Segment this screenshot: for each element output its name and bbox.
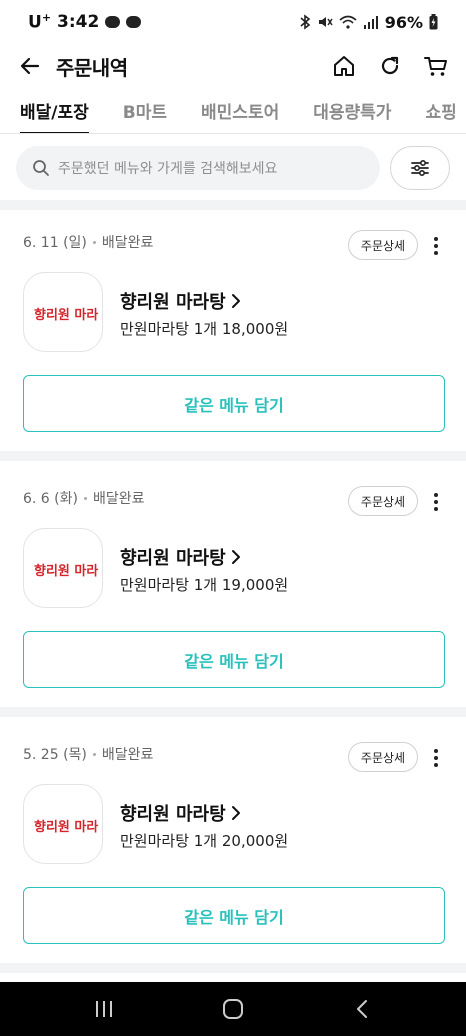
bluetooth-icon [300,14,310,30]
status-right: 96% [299,13,438,32]
store-logo[interactable]: 향리원 마라탕 [23,784,103,864]
store-name-link[interactable]: 향리원 마라탕 [120,288,242,314]
page-title: 주문내역 [56,55,128,80]
order-detail-button[interactable]: 주문상세 [348,230,418,260]
store-logo[interactable]: 향리원 마라탕 [23,272,103,352]
more-vertical-icon[interactable] [424,744,448,772]
search-input[interactable]: 주문했던 메뉴와 가게를 검색해보세요 [16,146,380,190]
arrow-left-icon[interactable] [16,52,44,80]
chevron-right-icon [231,806,240,820]
order-status: 배달완료 [92,491,145,507]
order-card: 6. 11 (일) 배달완료 주문상세 향리원 마라탕 향리원 마라탕 만원마라… [0,210,466,456]
dot-separator [92,752,96,756]
section-divider [0,451,466,461]
store-logo-mark: 향리원 마라탕 [34,819,98,835]
reorder-button[interactable]: 같은 메뉴 담기 [23,375,445,432]
order-detail-button[interactable]: 주문상세 [348,486,418,516]
reorder-button[interactable]: 같은 메뉴 담기 [23,631,445,688]
reorder-button[interactable]: 같은 메뉴 담기 [23,887,445,944]
section-divider [0,200,466,210]
section-divider [0,707,466,717]
home-nav-icon[interactable] [213,989,253,1029]
store-name: 향리원 마라탕 [120,548,226,569]
store-name: 향리원 마라탕 [120,804,226,825]
carrier-label: U+ [28,11,51,33]
section-divider [0,963,466,973]
chevron-right-icon [231,550,240,564]
search-icon [33,160,49,176]
order-date: 6. 6 (화) [23,491,78,507]
chat-notification-icon [126,16,142,28]
store-logo-text: 향리원 마라탕 [34,563,98,579]
order-status: 배달완료 [101,747,154,763]
home-icon[interactable] [330,52,358,80]
order-summary: 만원마라탕 1개 19,000원 [120,576,289,594]
tab-delivery[interactable]: 배달/포장 [20,88,89,133]
recent-apps-icon[interactable] [84,989,124,1029]
carrier-text: U [28,12,42,33]
store-name: 향리원 마라탕 [120,292,226,313]
order-date: 6. 11 (일) [23,235,87,251]
tab-baemin-store[interactable]: 배민스토어 [201,88,279,133]
store-logo[interactable]: 향리원 마라탕 [23,528,103,608]
status-time: 3:42 [57,12,100,32]
order-meta: 6. 6 (화) 배달완료 [23,488,145,508]
chevron-right-icon [231,294,240,308]
order-summary: 만원마라탕 1개 20,000원 [120,832,289,850]
dot-separator [92,240,96,244]
store-name-link[interactable]: 향리원 마라탕 [120,800,242,826]
battery-icon [429,14,438,30]
order-card: 5. 25 (목) 배달완료 주문상세 향리원 마라탕 향리원 마라탕 만원마라… [0,722,466,968]
order-summary: 만원마라탕 1개 18,000원 [120,320,289,338]
status-left: U+ 3:42 [28,11,142,33]
header-actions [330,52,450,80]
order-card: 6. 6 (화) 배달완료 주문상세 향리원 마라탕 향리원 마라탕 만원마라탕… [0,466,466,712]
store-name-link[interactable]: 향리원 마라탕 [120,544,242,570]
tab-shopping[interactable]: 쇼핑 [425,88,456,133]
filter-button[interactable] [390,146,450,190]
filter-sliders-icon [411,159,429,177]
more-vertical-icon[interactable] [424,232,448,260]
order-meta: 6. 11 (일) 배달완료 [23,232,153,252]
order-date: 5. 25 (목) [23,747,87,763]
back-nav-icon[interactable] [342,989,382,1029]
cart-icon[interactable] [422,52,450,80]
tab-bmart[interactable]: B마트 [123,88,167,133]
dot-separator [83,496,87,500]
category-tabs: 배달/포장 B마트 배민스토어 대용량특가 쇼핑 [0,88,466,134]
store-logo-mark: 향리원 마라탕 [34,563,98,579]
store-logo-text: 향리원 마라탕 [34,307,98,323]
order-status: 배달완료 [101,235,154,251]
order-meta: 5. 25 (목) 배달완료 [23,744,153,764]
order-detail-button[interactable]: 주문상세 [348,742,418,772]
store-logo-text: 향리원 마라탕 [34,819,98,835]
store-logo-mark: 향리원 마라탕 [34,307,98,323]
refresh-icon[interactable] [376,52,404,80]
more-vertical-icon[interactable] [424,488,448,516]
talk-notification-icon [105,16,121,28]
mute-icon [318,17,333,27]
tab-bulk-deals[interactable]: 대용량특가 [313,88,391,133]
search-placeholder: 주문했던 메뉴와 가게를 검색해보세요 [58,161,278,177]
wifi-icon [339,15,357,29]
status-bar: U+ 3:42 96% [0,0,466,44]
system-nav-bar [0,982,466,1036]
carrier-sup: + [41,11,52,25]
battery-percent: 96% [384,12,423,32]
signal-icon [363,16,378,29]
app-header: 주문내역 [0,44,466,88]
search-row: 주문했던 메뉴와 가게를 검색해보세요 [16,146,450,190]
